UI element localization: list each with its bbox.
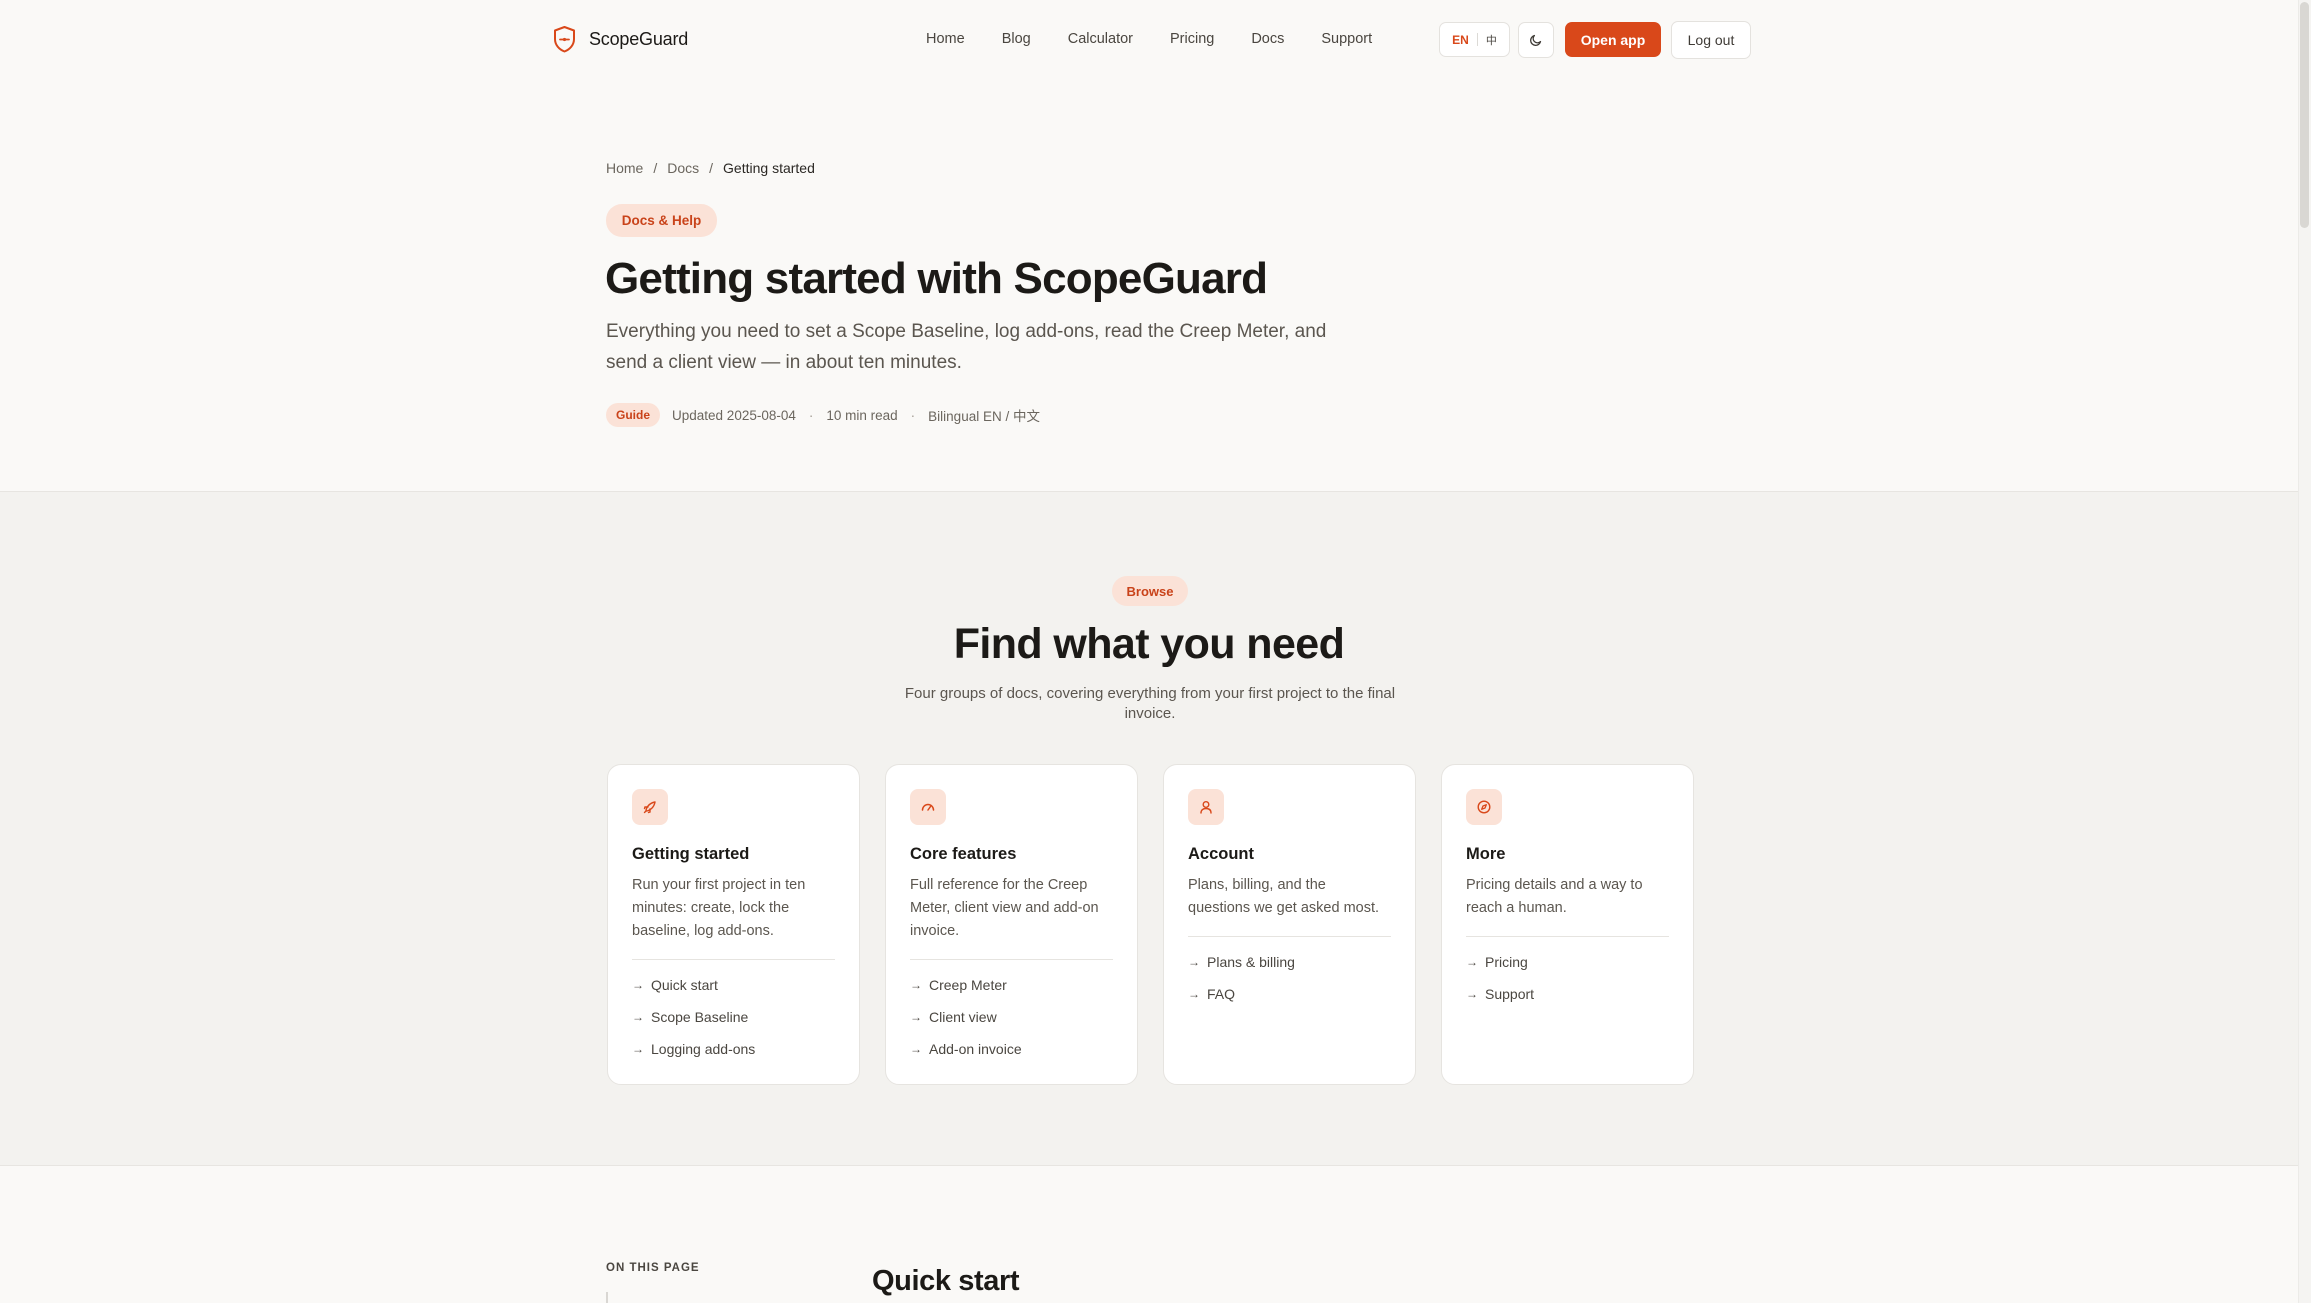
link-support[interactable]: → Support [1466, 978, 1669, 1010]
logout-button[interactable]: Log out [1671, 21, 1751, 59]
section-title: Quick start [872, 1265, 1020, 1297]
toc-rail [606, 1292, 608, 1303]
docs-help-badge: Docs & Help [606, 204, 717, 237]
breadcrumb-docs[interactable]: Docs [667, 160, 699, 176]
page-meta: Guide Updated 2025-08-04 · 10 min read ·… [606, 403, 1040, 427]
card-description: Plans, billing, and the questions we get… [1188, 877, 1380, 916]
meta-separator: · [910, 407, 916, 423]
card-divider [910, 959, 1113, 960]
link-scope-baseline[interactable]: → Scope Baseline [632, 1001, 835, 1033]
arrow-right-icon: → [1188, 987, 1200, 1001]
arrow-right-icon: → [1466, 955, 1478, 969]
compass-icon [1466, 789, 1502, 825]
bilingual-note: Bilingual EN / 中文 [928, 409, 1040, 424]
nav-home[interactable]: Home [926, 28, 965, 50]
scrollbar-thumb[interactable] [2300, 2, 2309, 228]
breadcrumb-home[interactable]: Home [606, 160, 643, 176]
browse-title: Find what you need [953, 620, 1345, 668]
card-title: Core features [910, 845, 1017, 863]
card-divider [1188, 936, 1391, 937]
arrow-right-icon: → [910, 1042, 922, 1056]
breadcrumb-current: Getting started [723, 160, 815, 176]
nav-support[interactable]: Support [1321, 28, 1372, 50]
arrow-right-icon: → [632, 1010, 644, 1024]
lang-zh-option[interactable]: 中 [1486, 32, 1497, 48]
updated-date: Updated 2025-08-04 [672, 407, 796, 423]
lang-en-option[interactable]: EN [1452, 33, 1469, 47]
scrollbar[interactable] [2298, 0, 2311, 1303]
card-more[interactable]: More Pricing details and a way to reach … [1441, 764, 1694, 1085]
link-pricing[interactable]: → Pricing [1466, 946, 1669, 978]
arrow-right-icon: → [1188, 955, 1200, 969]
breadcrumb-separator: / [709, 160, 714, 176]
arrow-right-icon: → [632, 1042, 644, 1056]
language-toggle[interactable]: EN 中 [1439, 22, 1510, 57]
card-description: Pricing details and a way to reach a hum… [1466, 877, 1643, 916]
open-app-button[interactable]: Open app [1565, 22, 1661, 57]
gauge-icon [910, 789, 946, 825]
guide-badge: Guide [606, 403, 661, 427]
arrow-right-icon: → [1466, 987, 1478, 1001]
brand[interactable]: ScopeGuard [552, 25, 688, 54]
browse-badge: Browse [1112, 576, 1188, 606]
link-logging-add-ons[interactable]: → Logging add-ons [632, 1033, 835, 1065]
nav-pricing[interactable]: Pricing [1170, 28, 1214, 50]
link-faq[interactable]: → FAQ [1188, 978, 1391, 1010]
link-creep-meter[interactable]: → Creep Meter [910, 969, 1113, 1001]
page-subtitle: Everything you need to set a Scope Basel… [606, 321, 1327, 373]
card-title: Getting started [632, 845, 750, 863]
card-title: Account [1188, 845, 1254, 863]
link-plans-billing[interactable]: → Plans & billing [1188, 946, 1391, 978]
shield-logo-icon [554, 26, 575, 53]
brand-name: ScopeGuard [589, 29, 689, 49]
card-divider [632, 959, 835, 960]
moon-icon [1530, 34, 1542, 46]
card-description: Run your first project in ten minutes: c… [632, 877, 806, 939]
browse-section: Browse Find what you need Four groups of… [0, 491, 2298, 1166]
nav-docs[interactable]: Docs [1251, 28, 1284, 50]
rocket-icon [632, 789, 668, 825]
link-add-on-invoice[interactable]: → Add-on invoice [910, 1033, 1113, 1065]
breadcrumb-separator: / [653, 160, 658, 176]
nav-calculator[interactable]: Calculator [1068, 28, 1133, 50]
arrow-right-icon: → [632, 978, 644, 992]
nav-blog[interactable]: Blog [1002, 28, 1031, 50]
card-title: More [1466, 845, 1506, 863]
lang-divider [1476, 33, 1478, 46]
arrow-right-icon: → [910, 978, 922, 992]
meta-separator: · [808, 407, 814, 423]
page-title: Getting started with ScopeGuard [605, 254, 1268, 303]
card-getting-started[interactable]: Getting started Run your first project i… [607, 764, 860, 1085]
link-quick-start[interactable]: → Quick start [632, 969, 835, 1001]
card-divider [1466, 936, 1669, 937]
read-time: 10 min read [826, 407, 898, 423]
user-icon [1188, 789, 1224, 825]
arrow-right-icon: → [910, 1010, 922, 1024]
card-description: Full reference for the Creep Meter, clie… [910, 877, 1099, 939]
theme-toggle-button[interactable] [1518, 22, 1554, 58]
card-core-features[interactable]: Core features Full reference for the Cre… [885, 764, 1138, 1085]
link-client-view[interactable]: → Client view [910, 1001, 1113, 1033]
toc-label: ON THIS PAGE [606, 1262, 700, 1274]
breadcrumb: Home / Docs / Getting started [606, 160, 815, 176]
site-header: ScopeGuard Home Blog Calculator Pricing … [0, 0, 2298, 79]
browse-subtitle: Four groups of docs, covering everything… [904, 685, 1396, 722]
main-nav: Home Blog Calculator Pricing Docs Suppor… [926, 28, 1409, 50]
card-account[interactable]: Account Plans, billing, and the question… [1163, 764, 1416, 1085]
